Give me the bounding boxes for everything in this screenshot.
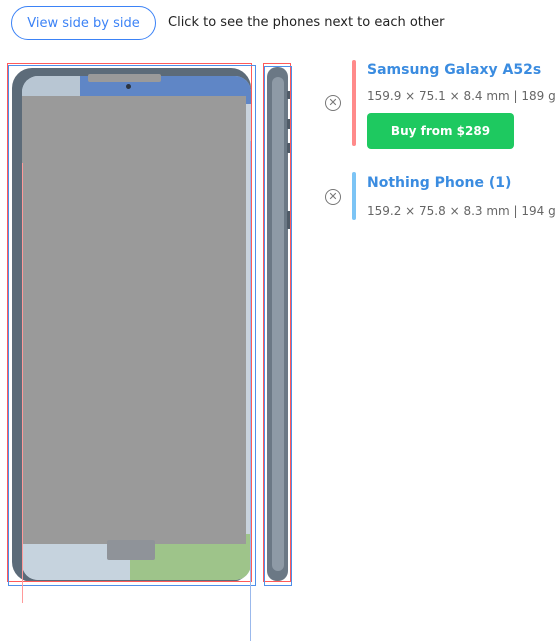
- phone-specs: 159.2 × 75.8 × 8.3 mm | 194 g: [367, 204, 556, 218]
- phone-name-link[interactable]: Nothing Phone (1): [367, 175, 511, 191]
- outline-samsung-edge: [22, 163, 23, 603]
- phone-accent-bar: [352, 172, 356, 220]
- remove-icon[interactable]: ✕: [325, 95, 341, 111]
- phone-chin-block: [107, 540, 155, 560]
- remove-icon[interactable]: ✕: [325, 189, 341, 205]
- side-by-side-hint: Click to see the phones next to each oth…: [168, 15, 445, 30]
- front-camera: [126, 84, 131, 89]
- phone-specs: 159.9 × 75.1 × 8.4 mm | 189 g: [367, 89, 556, 103]
- outline-nothing: [8, 65, 256, 586]
- phone-front-comparison: [7, 63, 256, 641]
- phone-side-comparison: [263, 63, 292, 586]
- phone-accent-bar: [352, 60, 356, 146]
- phone-name-link[interactable]: Samsung Galaxy A52s: [367, 62, 541, 78]
- speaker-grille: [88, 74, 161, 82]
- outline-nothing-edge: [250, 141, 251, 641]
- buy-button[interactable]: Buy from $289: [367, 113, 514, 149]
- side-outline-nothing: [264, 66, 292, 586]
- view-side-by-side-button[interactable]: View side by side: [11, 6, 156, 40]
